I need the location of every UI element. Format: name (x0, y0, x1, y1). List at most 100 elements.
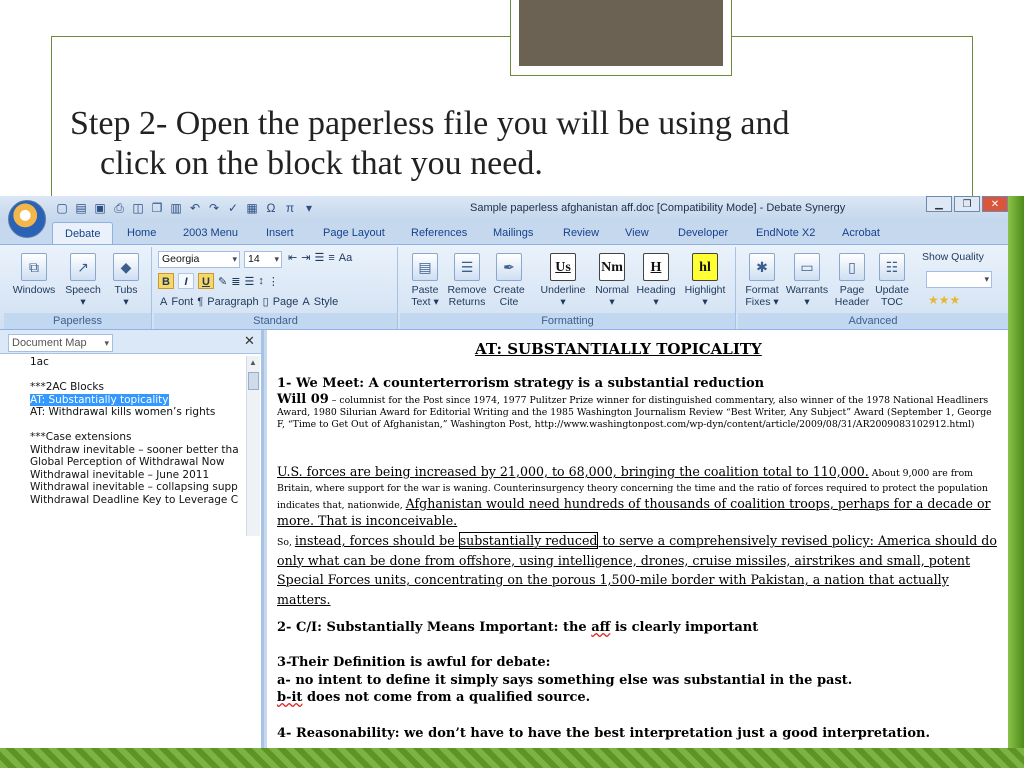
office-button[interactable] (8, 200, 46, 238)
document-map-select[interactable]: Document Map (8, 334, 113, 352)
symbol-icon[interactable]: Ω (263, 200, 279, 216)
card-text-d: So, (277, 537, 295, 548)
tab-view[interactable]: View (625, 227, 649, 239)
underline-style-button[interactable]: Us Underline ▾ (536, 253, 590, 308)
customize-toolbar-icon[interactable]: ▾ (301, 200, 317, 216)
close-icon[interactable]: ✕ (982, 196, 1008, 212)
speech-icon: ↗ (70, 253, 96, 281)
copy-icon[interactable]: ❐ (149, 200, 165, 216)
tab-page-layout[interactable]: Page Layout (323, 227, 385, 239)
spelling-icon[interactable]: ✓ (225, 200, 241, 216)
equation-icon[interactable]: π (282, 200, 298, 216)
document-map-item[interactable]: Withdrawal inevitable – June 2011 (0, 469, 244, 482)
align-left-icon[interactable]: ≣ (231, 275, 240, 288)
scrollbar-thumb[interactable] (248, 372, 259, 390)
decrease-indent-icon[interactable]: ⇤ (288, 251, 297, 264)
highlight-color-icon[interactable]: ✎ (218, 275, 227, 288)
cite-icon: ✒ (496, 253, 522, 281)
font-name-select[interactable]: Georgia (158, 251, 240, 268)
word-window: ▢ ▤ ▣ ⎙ ◫ ❐ ▥ ↶ ↷ ✓ ▦ Ω π ▾ Sample paper… (0, 196, 1008, 748)
tab-mailings[interactable]: Mailings (493, 227, 533, 239)
ribbon-tabs: Debate Home 2003 Menu Insert Page Layout… (0, 222, 1008, 244)
change-case-icon[interactable]: Aa (339, 252, 352, 264)
document-map-list: 1ac ***2AC Blocks AT: Substantially topi… (0, 356, 244, 506)
update-toc-button[interactable]: ☷ Update TOC (872, 253, 912, 308)
line-spacing-icon[interactable]: ↕ (258, 275, 264, 287)
show-quality-select[interactable] (926, 271, 992, 288)
format-fixes-button[interactable]: ✱ Format Fixes ▾ (742, 253, 782, 308)
paste-text-button[interactable]: ▤ Paste Text ▾ (406, 253, 444, 308)
bullets-icon[interactable]: ☰ (314, 251, 324, 264)
new-document-icon[interactable]: ▢ (54, 200, 70, 216)
picture-icon[interactable]: ▦ (244, 200, 260, 216)
align-center-icon[interactable]: ☰ (244, 275, 254, 288)
page-header-button[interactable]: ▯ Page Header (834, 253, 870, 308)
speech-button[interactable]: ↗ Speech ▾ (62, 253, 104, 308)
window-title: Sample paperless afghanistan aff.doc [Co… (470, 202, 846, 214)
tab-endnote[interactable]: EndNote X2 (756, 227, 815, 239)
document-map-item[interactable]: AT: Withdrawal kills women’s rights (0, 406, 244, 419)
card-citation: Will 09 – columnist for the Post since 1… (277, 393, 1001, 431)
page-link[interactable]: Page (273, 296, 299, 308)
normal-style-button[interactable]: Nm Normal ▾ (592, 253, 632, 308)
print-preview-icon[interactable]: ◫ (130, 200, 146, 216)
open-folder-icon[interactable]: ▤ (73, 200, 89, 216)
increase-indent-icon[interactable]: ⇥ (301, 251, 310, 264)
group-standard: Georgia 14 ⇤ ⇥ ☰ ≡ Aa B I U ✎ ≣ ☰ ↕ ⋮ A (154, 247, 398, 329)
redo-icon[interactable]: ↷ (206, 200, 222, 216)
tubs-button[interactable]: ◆ Tubs ▾ (106, 253, 146, 308)
window-controls: ▁ ❐ ✕ (924, 196, 1008, 212)
italic-button[interactable]: I (178, 273, 194, 289)
document-body[interactable]: AT: SUBSTANTIALLY TOPICALITY 1- We Meet:… (267, 330, 1008, 748)
create-cite-button[interactable]: ✒ Create Cite (490, 253, 528, 308)
paragraph-link[interactable]: Paragraph (207, 296, 258, 308)
paste-icon[interactable]: ▥ (168, 200, 184, 216)
document-map-item[interactable]: 1ac (0, 356, 244, 369)
cite-details: – columnist for the Post since 1974, 197… (277, 395, 992, 430)
tab-acrobat[interactable]: Acrobat (842, 227, 880, 239)
document-map-scrollbar[interactable]: ▲ (246, 356, 260, 536)
document-map-item-selected[interactable]: AT: Substantially topicality (0, 393, 244, 407)
restore-icon[interactable]: ❐ (954, 196, 980, 212)
minimize-icon[interactable]: ▁ (926, 196, 952, 212)
tab-insert[interactable]: Insert (266, 227, 294, 239)
warrants-button[interactable]: ▭ Warrants ▾ (784, 253, 830, 308)
highlight-button[interactable]: hl Highlight ▾ (680, 253, 730, 308)
document-map-item[interactable]: ***2AC Blocks (0, 381, 244, 394)
card-text: U.S. forces are being increased by 21,00… (277, 464, 1001, 530)
document-map-item[interactable]: Withdrawal inevitable – collapsing supp (0, 481, 244, 494)
tab-review[interactable]: Review (563, 227, 599, 239)
tab-references[interactable]: References (411, 227, 467, 239)
document-map-item[interactable]: ***Case extensions (0, 431, 244, 444)
scroll-up-icon[interactable]: ▲ (249, 358, 257, 367)
slide-side-border (1008, 196, 1024, 768)
underline-button[interactable]: U (198, 273, 214, 289)
close-icon[interactable]: ✕ (244, 333, 255, 349)
undo-icon[interactable]: ↶ (187, 200, 203, 216)
tab-2003-menu[interactable]: 2003 Menu (183, 227, 238, 239)
font-size-select[interactable]: 14 (244, 251, 282, 268)
document-map-item[interactable]: Withdraw inevitable – sooner better tha (0, 444, 244, 457)
windows-button[interactable]: ⧉ Windows (10, 253, 58, 296)
document-map-item[interactable]: Global Perception of Withdrawal Now (0, 456, 244, 469)
numbering-icon[interactable]: ≡ (328, 252, 334, 264)
quality-stars-icon[interactable]: ★★★ (928, 293, 960, 307)
font-icon: A (160, 295, 168, 308)
tab-home[interactable]: Home (127, 227, 156, 239)
bold-button[interactable]: B (158, 273, 174, 289)
tab-developer[interactable]: Developer (678, 227, 728, 239)
document-heading: AT: SUBSTANTIALLY TOPICALITY (475, 340, 762, 358)
save-icon[interactable]: ▣ (92, 200, 108, 216)
page-header-icon: ▯ (839, 253, 865, 281)
font-link[interactable]: Font (171, 296, 193, 308)
document-map-item[interactable]: Withdrawal Deadline Key to Leverage C (0, 494, 244, 507)
point-3a: a- no intent to define it simply says so… (277, 673, 853, 688)
document-icon: ☰ (454, 253, 480, 281)
tab-debate[interactable]: Debate (52, 222, 114, 244)
style-link[interactable]: Style (314, 296, 338, 308)
print-icon[interactable]: ⎙ (111, 200, 127, 216)
heading-style-button[interactable]: H Heading ▾ (634, 253, 678, 308)
remove-returns-button[interactable]: ☰ Remove Returns (446, 253, 488, 308)
outline-list-icon[interactable]: ⋮ (268, 275, 279, 288)
slide-bottom-border (0, 748, 1024, 768)
